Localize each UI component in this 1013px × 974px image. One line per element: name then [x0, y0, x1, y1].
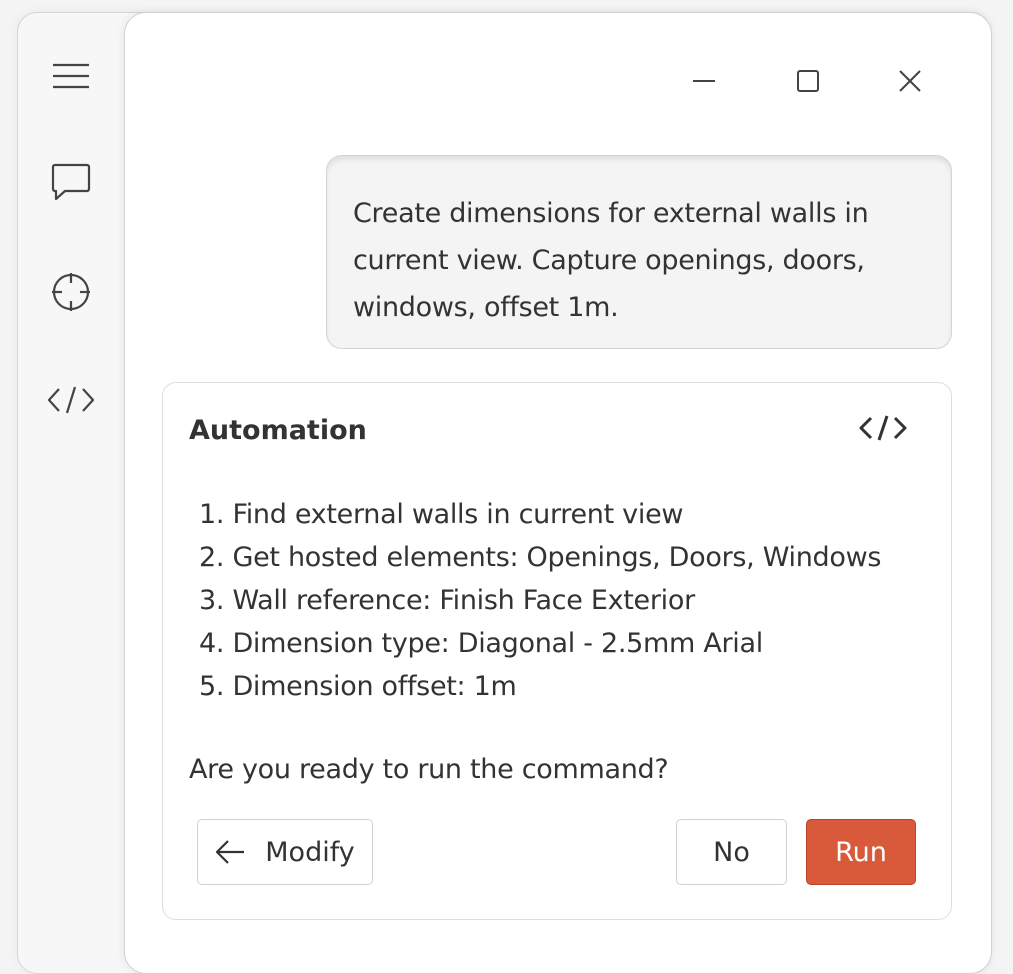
chat-icon[interactable] [36, 152, 106, 212]
hamburger-menu-icon[interactable] [36, 46, 106, 106]
maximize-button[interactable] [780, 55, 836, 111]
automation-steps-list: 1. Find external walls in current view 2… [199, 493, 881, 708]
no-button[interactable]: No [676, 819, 787, 885]
minimize-icon [692, 69, 716, 97]
minimize-button[interactable] [676, 55, 732, 111]
step-item: 2. Get hosted elements: Openings, Doors,… [199, 542, 882, 573]
code-icon[interactable] [36, 370, 106, 430]
close-button[interactable] [882, 55, 938, 111]
confirmation-question: Are you ready to run the command? [189, 754, 669, 785]
code-icon [859, 414, 907, 446]
view-code-button[interactable] [851, 405, 915, 455]
step-item: 4. Dimension type: Diagonal - 2.5mm Aria… [199, 628, 763, 659]
modify-button[interactable]: Modify [197, 819, 373, 885]
step-item: 5. Dimension offset: 1m [199, 671, 517, 702]
step-item: 1. Find external walls in current view [199, 499, 684, 530]
card-title: Automation [189, 415, 367, 446]
run-button[interactable]: Run [806, 819, 916, 885]
crosshair-icon[interactable] [36, 262, 106, 322]
user-message-line: windows, offset 1m. [353, 292, 619, 323]
automation-card: Automation 1. Find external walls in cur… [162, 382, 952, 920]
maximize-icon [796, 69, 820, 97]
step-item: 3. Wall reference: Finish Face Exterior [199, 585, 695, 616]
no-button-label: No [713, 836, 750, 868]
user-message-bubble: Create dimensions for external walls in … [326, 155, 952, 349]
user-message-line: Create dimensions for external walls in [353, 198, 869, 229]
close-icon [898, 69, 922, 97]
arrow-left-icon [215, 839, 245, 865]
run-button-label: Run [835, 836, 887, 868]
user-message-line: current view. Capture openings, doors, [353, 245, 865, 276]
modify-button-label: Modify [265, 836, 355, 868]
